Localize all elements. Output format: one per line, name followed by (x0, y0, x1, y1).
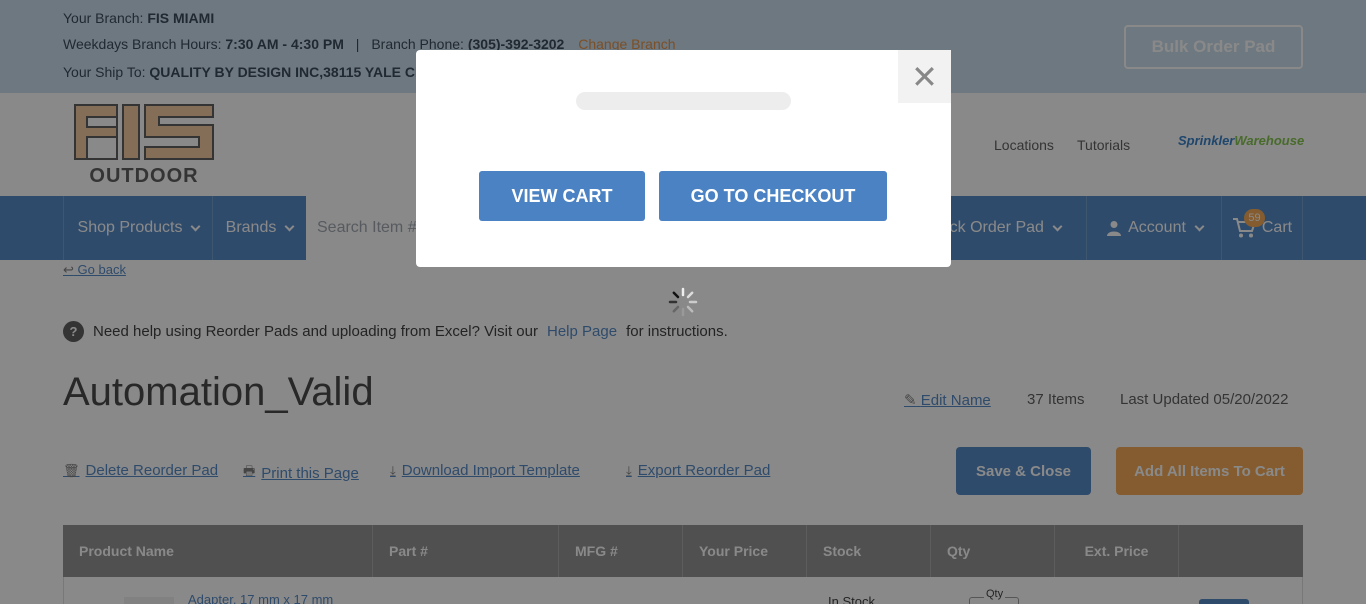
view-cart-button[interactable]: VIEW CART (479, 171, 645, 221)
close-icon[interactable]: ✕ (898, 50, 951, 103)
added-to-cart-modal: ✕ VIEW CART GO TO CHECKOUT (416, 50, 951, 267)
loading-placeholder (576, 92, 791, 110)
loading-spinner-icon (668, 287, 698, 317)
go-to-checkout-button[interactable]: GO TO CHECKOUT (659, 171, 887, 221)
